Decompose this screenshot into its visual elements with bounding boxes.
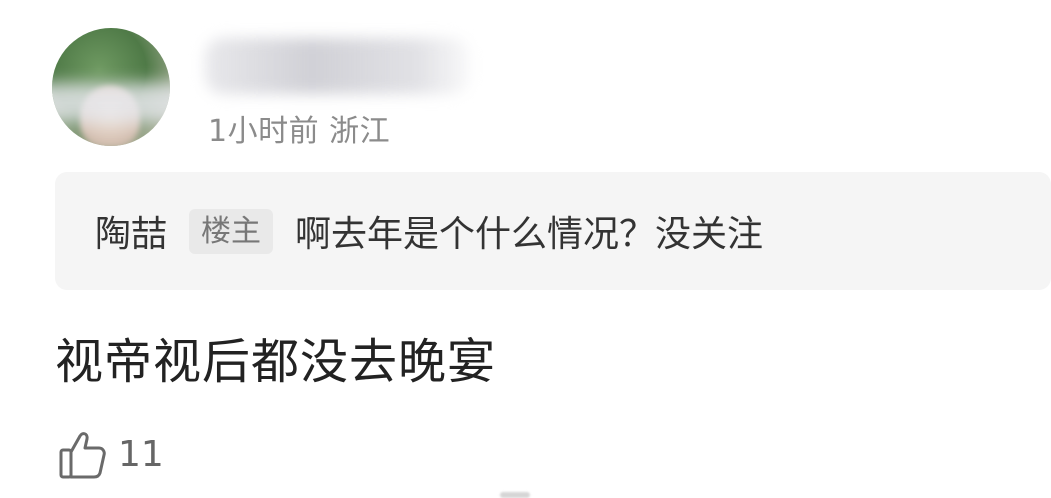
divider-fragment	[500, 492, 530, 498]
thumbs-up-icon[interactable]	[58, 428, 108, 480]
reply-text: 啊去年是个什么情况？没关注	[295, 214, 764, 255]
reply-preview[interactable]: 陶喆 楼主 啊去年是个什么情况？没关注	[55, 172, 1051, 290]
avatar-blur	[52, 83, 170, 123]
avatar[interactable]	[52, 28, 170, 146]
comment-text: 视帝视后都没去晚宴	[55, 334, 497, 390]
like-button[interactable]: 11	[58, 428, 164, 480]
comment-location: 浙江	[329, 114, 391, 149]
comment-meta: 1小时前 浙江	[208, 106, 390, 150]
like-count: 11	[118, 433, 164, 475]
op-badge: 楼主	[189, 208, 274, 254]
reply-author[interactable]: 陶喆	[95, 205, 167, 257]
comment-timestamp: 1小时前	[208, 114, 320, 149]
username-blurred[interactable]	[205, 38, 470, 94]
